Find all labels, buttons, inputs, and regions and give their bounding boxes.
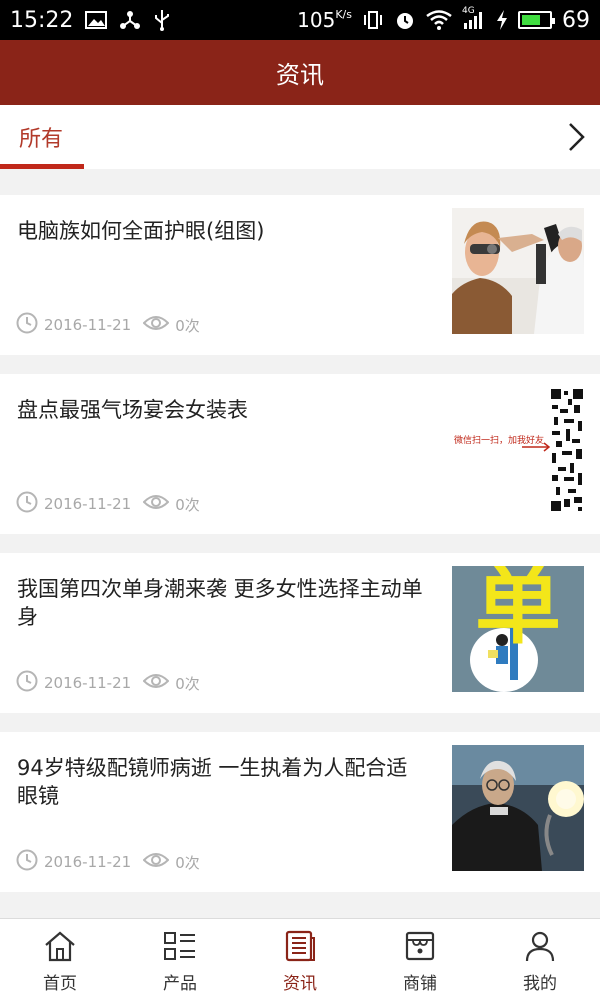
tab-all[interactable]: 所有 <box>0 105 84 169</box>
single-character-illustration[interactable]: 单 <box>452 566 584 692</box>
alarm-icon <box>394 9 416 31</box>
tab-all-label: 所有 <box>19 127 64 152</box>
clock-icon <box>16 670 38 696</box>
news-meta: 2016-11-21 0次 <box>16 849 200 875</box>
wifi-icon <box>426 10 452 30</box>
nav-store-label: 商铺 <box>403 974 437 994</box>
eye-icon <box>142 493 170 515</box>
share-icon <box>119 10 141 30</box>
news-views: 0次 <box>175 495 200 514</box>
eye-exam-photo[interactable] <box>452 208 584 334</box>
speed-unit: K/s <box>335 8 352 21</box>
category-tab-bar: 所有 <box>0 105 600 169</box>
grid-list-icon <box>162 928 198 964</box>
news-date: 2016-11-21 <box>44 674 132 692</box>
signal-icon: 4G <box>462 6 486 30</box>
tab-active-indicator <box>0 164 84 169</box>
battery-fill <box>522 15 540 25</box>
chevron-right-icon[interactable] <box>560 121 592 153</box>
nav-profile-label: 我的 <box>523 974 557 994</box>
image-icon <box>85 11 108 29</box>
news-views: 0次 <box>175 674 200 693</box>
battery-icon <box>518 11 555 29</box>
news-item[interactable]: 94岁特级配镜师病逝 一生执着为人配合适眼镜 2016-11-21 0次 <box>0 732 600 892</box>
nav-products[interactable]: 产品 <box>120 919 240 1000</box>
clock-icon <box>16 491 38 517</box>
news-views: 0次 <box>175 316 200 335</box>
news-meta: 2016-11-21 0次 <box>16 491 200 517</box>
home-icon <box>42 928 78 964</box>
store-icon <box>402 928 438 964</box>
user-icon <box>522 928 558 964</box>
clock-icon <box>16 312 38 338</box>
nav-news-label: 资讯 <box>283 974 317 994</box>
nav-profile[interactable]: 我的 <box>480 919 600 1000</box>
news-date: 2016-11-21 <box>44 495 132 513</box>
news-views: 0次 <box>175 853 200 872</box>
news-title: 盘点最强气场宴会女装表 <box>17 398 248 422</box>
bottom-navigation: 首页 产品 资讯 商铺 我的 <box>0 918 600 1000</box>
eye-icon <box>142 672 170 694</box>
nav-home-label: 首页 <box>43 974 77 994</box>
usb-icon <box>153 9 171 31</box>
news-title: 电脑族如何全面护眼(组图) <box>17 219 265 243</box>
nav-products-label: 产品 <box>163 974 197 994</box>
news-icon <box>282 928 318 964</box>
eye-icon <box>142 851 170 873</box>
news-date: 2016-11-21 <box>44 316 132 334</box>
battery-level: 69 <box>562 7 590 33</box>
qr-code-promo[interactable]: 微信扫一扫，加我好友 <box>452 387 584 513</box>
page-title: 资讯 <box>276 61 324 89</box>
elderly-optician-photo[interactable] <box>452 745 584 871</box>
news-title: 我国第四次单身潮来袭 更多女性选择主动单身 <box>17 577 423 629</box>
network-type: 4G <box>462 6 475 16</box>
clock-icon <box>16 849 38 875</box>
news-item[interactable]: 电脑族如何全面护眼(组图) 2016-11-21 0次 <box>0 195 600 355</box>
status-time: 15:22 <box>10 7 74 33</box>
news-date: 2016-11-21 <box>44 853 132 871</box>
eye-icon <box>142 314 170 336</box>
single-character-text: 单 <box>475 566 561 656</box>
news-title: 94岁特级配镜师病逝 一生执着为人配合适眼镜 <box>17 756 408 808</box>
nav-store[interactable]: 商铺 <box>360 919 480 1000</box>
charging-icon <box>496 10 508 30</box>
nav-home[interactable]: 首页 <box>0 919 120 1000</box>
nav-news[interactable]: 资讯 <box>240 919 360 1000</box>
status-bar: 15:22 105K/s 4G 69 <box>0 0 600 40</box>
news-item[interactable]: 我国第四次单身潮来袭 更多女性选择主动单身 2016-11-21 0次 单 <box>0 553 600 713</box>
title-bar: 资讯 <box>0 40 600 105</box>
news-meta: 2016-11-21 0次 <box>16 312 200 338</box>
news-meta: 2016-11-21 0次 <box>16 670 200 696</box>
vibrate-icon <box>362 10 384 30</box>
network-speed: 105 <box>297 8 336 32</box>
news-item[interactable]: 盘点最强气场宴会女装表 2016-11-21 0次 微信扫一扫，加我好友 <box>0 374 600 534</box>
